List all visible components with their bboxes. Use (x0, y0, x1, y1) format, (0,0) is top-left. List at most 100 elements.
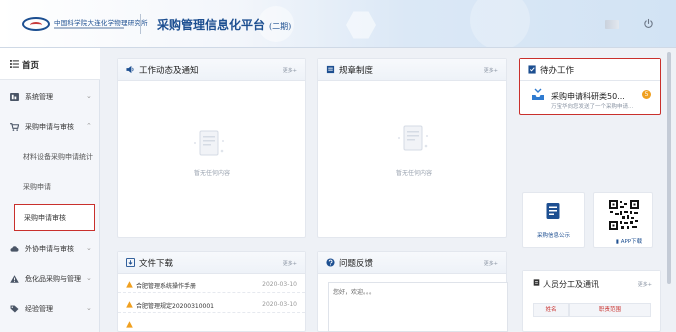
menu-list-icon (10, 60, 19, 68)
sidebar-item-experience[interactable]: 经验管理 ⌄ (0, 294, 100, 324)
todo-item-description: 万宝华向您发送了一个采购申请... (551, 104, 634, 110)
file-date: 2020-03-10 (262, 301, 297, 308)
checklist-icon (528, 65, 536, 74)
sidebar-subitem-label: 采购申请 (23, 183, 51, 191)
file-warning-icon (126, 301, 133, 308)
sidebar-subitem-purchase-request[interactable]: 采购申请 (0, 172, 100, 202)
page-scrollbar-thumb[interactable] (667, 52, 671, 284)
gauge-icon (10, 93, 19, 101)
file-name: 合肥管理系统操作手册 (136, 283, 197, 290)
rules-panel: 规章制度 更多+ 暂无任何内容 (317, 58, 507, 238)
file-download-panel: 文件下载 更多+ 合肥管理系统操作手册 2020-03-10 合肥管理规定202… (117, 251, 306, 332)
todo-panel-header: 待办工作 (520, 59, 660, 81)
sidebar-item-label: 采购申请与审核 (25, 123, 74, 131)
staff-panel-header: 人员分工及通讯 更多+ (523, 271, 660, 295)
sidebar-item-home[interactable]: 首页 (0, 48, 100, 80)
todo-item-title[interactable]: 采购申请科研类50... (551, 91, 625, 102)
sidebar-item-label: 系统管理 (25, 93, 53, 101)
sidebar-item-label: 经验管理 (25, 305, 53, 313)
empty-document-icon (398, 125, 428, 151)
feedback-panel-title: 问题反馈 (339, 259, 374, 269)
staff-more-link[interactable]: 更多+ (638, 281, 652, 288)
news-more-link[interactable]: 更多+ (283, 67, 297, 74)
sidebar-home-label: 首页 (22, 61, 40, 71)
feedback-panel-header: 问题反馈 更多+ (318, 252, 506, 274)
app-download-text: APP下载 (620, 239, 643, 245)
institute-emblem-icon (22, 17, 50, 31)
feedback-textarea[interactable]: 您好，欢迎。。。 (328, 282, 508, 332)
contact-card-icon (533, 279, 540, 286)
chevron-down-icon: ⌄ (86, 304, 92, 312)
file-row[interactable]: 合肥管理规定20200310001 2020-03-10 (118, 297, 305, 313)
speaker-icon (126, 65, 134, 74)
news-panel: 工作动态及通知 更多+ 暂无任何内容 (117, 58, 306, 238)
cloud-icon (10, 246, 19, 252)
file-download-panel-header: 文件下载 更多+ (118, 252, 305, 274)
feedback-placeholder: 您好，欢迎。。。 (333, 289, 376, 296)
rules-panel-title: 规章制度 (339, 66, 374, 76)
rules-empty-text: 暂无任何内容 (396, 170, 433, 177)
todo-panel-title: 待办工作 (540, 66, 575, 76)
platform-title-text: 采购管理信息化平台 (157, 18, 266, 32)
warning-icon (10, 275, 19, 283)
chevron-down-icon: ⌄ (86, 92, 92, 100)
file-download-more-link[interactable]: 更多+ (283, 260, 297, 267)
platform-phase: (二期) (269, 22, 292, 31)
empty-document-icon (194, 130, 224, 156)
cart-icon (10, 123, 19, 131)
sidebar-subitem-label: 材料设备采购申请统计 (23, 153, 93, 161)
notice-document-icon (546, 203, 560, 219)
staff-col-name: 姓名 (533, 303, 569, 317)
file-warning-icon (126, 281, 133, 288)
todo-panel: 待办工作 采购申请科研类50... 5 万宝华向您发送了一个采购申请... (519, 58, 661, 115)
user-avatar[interactable] (605, 20, 619, 29)
sidebar-item-hazmat[interactable]: 危化品采购与管理 ⌄ (0, 264, 100, 294)
question-icon (326, 258, 335, 267)
news-empty-text: 暂无任何内容 (194, 170, 231, 177)
staff-col-duty: 职责范围 (569, 303, 651, 317)
file-download-title: 文件下载 (139, 259, 174, 269)
feedback-more-link[interactable]: 更多+ (484, 260, 498, 267)
chevron-down-icon: ⌄ (86, 244, 92, 252)
file-warning-icon (126, 321, 133, 328)
sidebar-item-procurement[interactable]: 采购申请与审核 ⌃ (0, 112, 100, 142)
institute-logo-text: 中国科学院大连化学物理研究所 (54, 19, 148, 27)
book-icon (326, 65, 335, 74)
rules-more-link[interactable]: 更多+ (484, 67, 498, 74)
file-row[interactable]: 合肥管理系统操作手册 2020-03-10 (118, 277, 305, 293)
tag-icon (10, 305, 19, 313)
platform-title[interactable]: 采购管理信息化平台 (二期) (157, 16, 291, 33)
qr-code-icon (608, 199, 640, 231)
header-decoration (346, 11, 376, 39)
sidebar: 首页 系统管理 ⌄ 采购申请与审核 ⌃ 材料设备采购申请统计 采购申请 采购申请… (0, 48, 100, 332)
file-date: 2020-03-10 (262, 281, 297, 288)
todo-count-badge: 5 (642, 90, 651, 99)
app-download-label: ▮ APP下载 (615, 239, 643, 245)
sidebar-subitem-label: 采购申请审核 (24, 214, 66, 222)
inbox-tray-icon (532, 88, 544, 100)
file-name: 合肥管理规定20200310001 (136, 303, 214, 310)
power-icon[interactable] (643, 18, 654, 29)
purchase-info-label: 采购信息公示 (536, 233, 570, 239)
sidebar-item-label: 危化品采购与管理 (25, 275, 81, 283)
staff-panel-title: 人员分工及通讯 (543, 280, 599, 289)
sidebar-subitem-equipment-stats[interactable]: 材料设备采购申请统计 (0, 142, 100, 172)
app-download-tile[interactable]: ▮ APP下载 (593, 192, 653, 248)
staff-panel: 人员分工及通讯 更多+ 姓名 职责范围 (522, 270, 661, 332)
sidebar-subitem-request-review[interactable]: 采购申请审核 (14, 204, 95, 231)
chevron-up-icon: ⌃ (86, 122, 92, 130)
sidebar-item-system[interactable]: 系统管理 ⌄ (0, 82, 100, 112)
header-divider (140, 14, 141, 34)
sidebar-item-label: 外协申请与审核 (25, 245, 74, 253)
news-panel-header: 工作动态及通知 更多+ (118, 59, 305, 81)
download-icon (126, 258, 135, 267)
purchase-info-tile[interactable]: 采购信息公示 (522, 192, 585, 248)
header-decoration (470, 0, 530, 47)
file-row-partial[interactable] (118, 317, 305, 332)
app-header: 中国科学院大连化学物理研究所 采购管理信息化平台 (二期) (0, 0, 676, 48)
feedback-panel: 问题反馈 更多+ 您好，欢迎。。。 (317, 251, 508, 332)
sidebar-item-outsourcing[interactable]: 外协申请与审核 ⌄ (0, 234, 100, 264)
rules-panel-header: 规章制度 更多+ (318, 59, 506, 81)
chevron-down-icon: ⌄ (86, 274, 92, 282)
logo-underline (54, 27, 124, 29)
